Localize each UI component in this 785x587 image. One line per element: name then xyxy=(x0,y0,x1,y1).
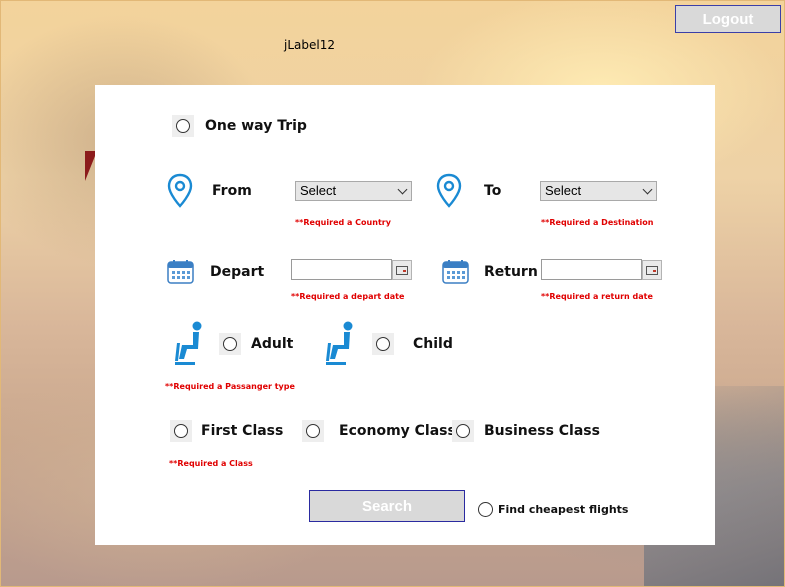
from-select[interactable]: Select xyxy=(295,181,412,201)
cheapest-flights-label: Find cheapest flights xyxy=(498,503,629,516)
to-label: To xyxy=(484,183,502,199)
adult-label: Adult xyxy=(251,336,294,352)
child-radio[interactable] xyxy=(372,333,394,355)
chevron-down-icon xyxy=(642,184,653,195)
seated-passenger-icon xyxy=(322,321,360,371)
seated-passenger-icon xyxy=(171,321,209,371)
economy-class-label: Economy Class xyxy=(339,423,456,439)
business-class-radio[interactable] xyxy=(452,420,474,442)
calendar-icon xyxy=(442,259,469,288)
map-pin-icon xyxy=(167,173,193,213)
depart-label: Depart xyxy=(210,264,265,280)
calendar-small-icon xyxy=(396,265,408,275)
one-way-radio[interactable] xyxy=(172,115,194,137)
child-label: Child xyxy=(413,336,453,352)
business-class-label: Business Class xyxy=(484,423,600,439)
app-window: Logout jLabel12 One way Trip From Select… xyxy=(0,0,785,587)
first-class-label: First Class xyxy=(201,423,284,439)
return-date-picker-button[interactable] xyxy=(642,260,662,280)
depart-date-input[interactable] xyxy=(291,259,392,280)
one-way-label: One way Trip xyxy=(205,118,307,134)
map-pin-icon xyxy=(436,173,462,213)
to-select-value: Select xyxy=(545,183,582,198)
to-select[interactable]: Select xyxy=(540,181,657,201)
adult-radio[interactable] xyxy=(219,333,241,355)
from-label: From xyxy=(212,183,252,199)
to-error: **Required a Destination xyxy=(541,218,654,227)
depart-date-picker-button[interactable] xyxy=(392,260,412,280)
return-date-input[interactable] xyxy=(541,259,642,280)
from-select-value: Select xyxy=(300,183,337,198)
from-error: **Required a Country xyxy=(295,218,391,227)
search-button[interactable]: Search xyxy=(309,490,465,522)
return-error: **Required a return date xyxy=(541,292,653,301)
chevron-down-icon xyxy=(397,184,408,195)
return-label: Return xyxy=(484,264,538,280)
cheapest-flights-radio[interactable] xyxy=(478,502,493,517)
passenger-error: **Required a Passanger type xyxy=(165,382,295,391)
first-class-radio[interactable] xyxy=(170,420,192,442)
calendar-icon xyxy=(167,259,194,288)
booking-panel: One way Trip From Select **Required a Co… xyxy=(95,85,715,545)
class-error: **Required a Class xyxy=(169,459,253,468)
status-label: jLabel12 xyxy=(284,38,335,52)
economy-class-radio[interactable] xyxy=(302,420,324,442)
depart-error: **Required a depart date xyxy=(291,292,405,301)
calendar-small-icon xyxy=(646,265,658,275)
logout-button[interactable]: Logout xyxy=(675,5,781,33)
